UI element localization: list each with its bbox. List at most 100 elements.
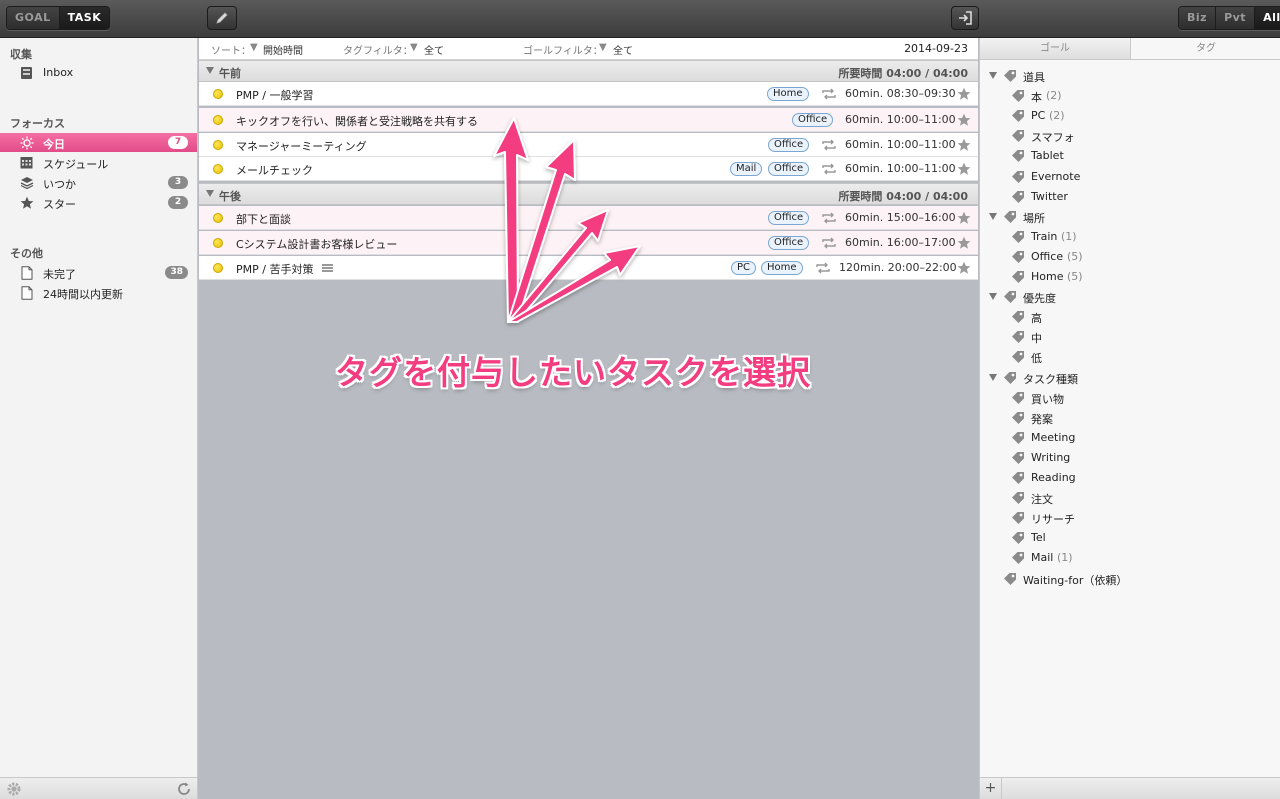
sidebar-item-today[interactable]: 今日 7: [0, 133, 197, 152]
star-icon[interactable]: [957, 138, 971, 152]
sidebar-item-inbox[interactable]: Inbox: [0, 63, 197, 82]
tag-icon: [1011, 149, 1025, 163]
section-other: その他: [10, 247, 43, 260]
annotation-callout: タグを付与したいタスクを選択: [335, 353, 811, 392]
tag-chip[interactable]: Mail: [730, 162, 763, 176]
count-badge: 3: [168, 176, 188, 189]
tag-count: (1): [1061, 229, 1077, 243]
status-dot-icon[interactable]: [213, 238, 223, 248]
tag-label: Tablet: [1031, 149, 1064, 163]
task-title: Cシステム設計書お客様レビュー: [236, 238, 398, 251]
sidebar-item-schedule[interactable]: スケジュール: [0, 153, 197, 172]
sort-value[interactable]: 開始時間: [263, 42, 303, 57]
tag-label: Meeting: [1031, 430, 1076, 444]
repeat-icon: [822, 237, 836, 249]
tag-chip[interactable]: Home: [767, 87, 809, 101]
tag-label: Reading: [1031, 471, 1076, 484]
add-tag-button[interactable]: +: [980, 778, 1002, 799]
scope-all-button[interactable]: All: [1255, 7, 1280, 29]
tag-label: 道具: [1023, 71, 1045, 84]
export-button[interactable]: [951, 6, 979, 30]
count-badge: 2: [168, 196, 188, 209]
tab-tag[interactable]: タグ: [1130, 38, 1280, 59]
tag-icon: [1011, 391, 1025, 405]
tag-filter-triangle-icon[interactable]: ▼: [410, 42, 418, 53]
sidebar-item-label: スケジュール: [43, 158, 109, 171]
right-panel-tabs: ゴール タグ: [980, 38, 1280, 60]
tag-label: 低: [1031, 352, 1042, 366]
tag-icon: [1011, 511, 1025, 525]
sidebar-item-star[interactable]: スター 2: [0, 193, 197, 212]
sidebar-item-someday[interactable]: いつか 3: [0, 173, 197, 192]
tag-icon: [1011, 109, 1025, 123]
tag-label: 買い物: [1031, 392, 1064, 406]
tag-label: 高: [1031, 312, 1042, 326]
tag-icon: [1011, 431, 1025, 445]
scope-biz-button[interactable]: Biz: [1179, 7, 1217, 29]
tag-label: 本: [1031, 91, 1042, 105]
goal-filter-triangle-icon[interactable]: ▼: [599, 42, 607, 53]
tag-chip[interactable]: Office: [768, 211, 810, 225]
tag-icon: [1011, 250, 1025, 264]
gear-icon[interactable]: [6, 781, 22, 797]
sidebar-item-updated-24h[interactable]: 24時間以内更新: [0, 283, 197, 302]
tag-icon: [1011, 491, 1025, 505]
star-icon[interactable]: [957, 87, 971, 101]
status-dot-icon[interactable]: [213, 164, 223, 174]
star-icon[interactable]: [957, 236, 971, 250]
status-dot-icon[interactable]: [213, 115, 223, 125]
task-duration-time: 60min. 08:30–09:30: [845, 87, 956, 100]
status-dot-icon[interactable]: [213, 140, 223, 150]
goal-filter-value[interactable]: 全て: [613, 42, 633, 57]
expand-triangle-icon[interactable]: [989, 373, 997, 381]
tag-filter-value[interactable]: 全て: [424, 42, 444, 57]
star-icon[interactable]: [957, 162, 971, 176]
collapse-triangle-icon[interactable]: [206, 67, 214, 74]
status-dot-icon[interactable]: [213, 89, 223, 99]
status-dot-icon[interactable]: [213, 263, 223, 273]
tag-icon: [1011, 129, 1025, 143]
tag-chip[interactable]: Office: [768, 162, 810, 176]
group-am-header[interactable]: 午前 所要時間 04:00 / 04:00: [199, 60, 978, 82]
expand-triangle-icon[interactable]: [989, 212, 997, 220]
tag-label: Office: [1031, 249, 1064, 263]
tag-chip[interactable]: PC: [731, 261, 757, 275]
star-icon[interactable]: [957, 211, 971, 225]
section-focus: フォーカス: [10, 117, 65, 130]
new-task-button[interactable]: [207, 6, 237, 30]
star-icon: [19, 195, 34, 210]
tab-goal[interactable]: ゴール: [980, 38, 1130, 59]
expand-triangle-icon[interactable]: [989, 293, 997, 301]
arrow-3: [507, 209, 609, 323]
tag-icon: [1011, 270, 1025, 284]
tag-chip[interactable]: Office: [768, 138, 810, 152]
goal-mode-button[interactable]: GOAL: [7, 7, 60, 29]
tag-icon: [1011, 190, 1025, 204]
section-collect: 収集: [10, 48, 32, 61]
collapse-triangle-icon[interactable]: [206, 190, 214, 197]
tag-label: PC: [1031, 109, 1046, 123]
tag-icon: [1011, 531, 1025, 545]
tag-count: (2): [1049, 109, 1065, 123]
tag-chip[interactable]: Office: [792, 113, 834, 127]
sidebar-item-label: いつか: [43, 178, 76, 191]
star-icon[interactable]: [957, 113, 971, 127]
group-label: 午前: [219, 67, 241, 80]
status-dot-icon[interactable]: [213, 213, 223, 223]
expand-triangle-icon[interactable]: [989, 72, 997, 79]
star-icon[interactable]: [957, 261, 971, 275]
tag-chip[interactable]: Home: [761, 261, 803, 275]
tag-icon: [1011, 230, 1025, 244]
pencil-icon: [216, 12, 228, 24]
task-duration-time: 60min. 10:00–11:00: [845, 138, 956, 151]
scope-pvt-button[interactable]: Pvt: [1216, 7, 1256, 29]
sync-icon[interactable]: [176, 781, 192, 797]
task-duration-time: 120min. 20:00–22:00: [839, 261, 957, 274]
sidebar-item-incomplete[interactable]: 未完了 38: [0, 263, 197, 282]
tag-icon: [1011, 451, 1025, 465]
tag-label: 発案: [1031, 412, 1053, 426]
sort-triangle-icon[interactable]: ▼: [250, 42, 258, 53]
repeat-icon: [822, 88, 836, 100]
tag-chip[interactable]: Office: [768, 236, 810, 250]
task-mode-button[interactable]: TASK: [59, 7, 110, 29]
